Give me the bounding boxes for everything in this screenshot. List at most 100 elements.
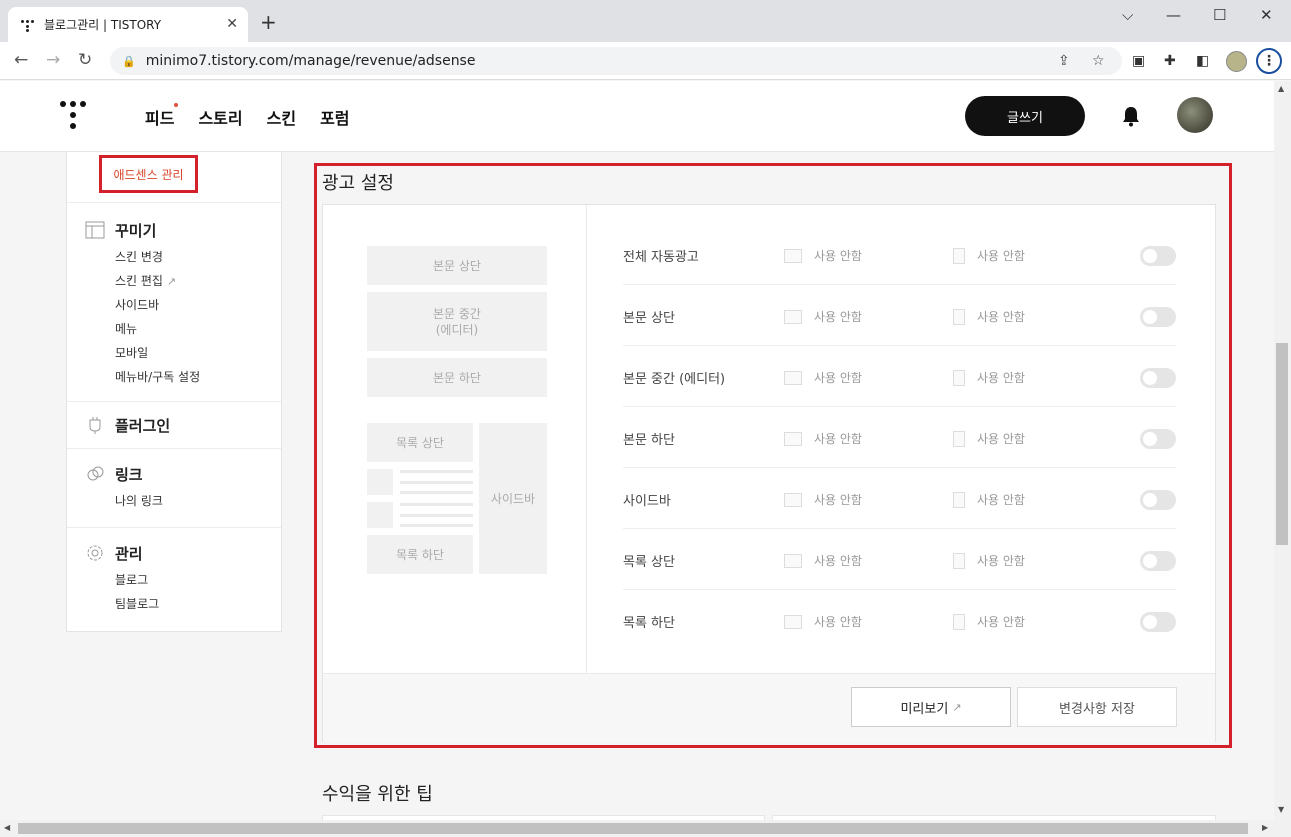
pc-ad-select[interactable]: 사용 안함 bbox=[784, 247, 862, 264]
tab-search-icon[interactable]: ⌵ bbox=[1122, 6, 1133, 24]
side-panel-icon[interactable]: ◧ bbox=[1196, 53, 1209, 69]
nav-feed[interactable]: 피드 bbox=[145, 103, 179, 129]
address-bar[interactable]: 🔒 minimo7.tistory.com/manage/revenue/ads… bbox=[110, 47, 1122, 75]
scroll-thumb[interactable] bbox=[18, 823, 1248, 834]
ad-toggle[interactable] bbox=[1140, 612, 1176, 632]
global-nav: 피드 스토리 스킨 포럼 bbox=[145, 103, 350, 129]
ad-row-body-top: 본문 상단 사용 안함 사용 안함 bbox=[623, 285, 1176, 346]
mobile-ad-select[interactable]: 사용 안함 bbox=[953, 308, 1025, 325]
mobile-ad-select[interactable]: 사용 안함 bbox=[953, 613, 1025, 630]
user-avatar[interactable] bbox=[1177, 97, 1213, 133]
ad-toggle[interactable] bbox=[1140, 551, 1176, 571]
mobile-ad-select[interactable]: 사용 안함 bbox=[953, 247, 1025, 264]
external-link-icon: ↗ bbox=[952, 700, 962, 714]
page-content: 피드 스토리 스킨 포럼 글쓰기 애드센스 관리 꾸미기 스킨 변경 스킨 편집… bbox=[0, 81, 1274, 820]
sidebar-item-skin-change[interactable]: 스킨 변경 bbox=[115, 245, 200, 269]
bell-icon[interactable] bbox=[1121, 105, 1141, 127]
nav-forum[interactable]: 포럼 bbox=[320, 105, 349, 129]
lock-icon: 🔒 bbox=[122, 54, 136, 68]
preview-sidebar: 사이드바 bbox=[479, 423, 547, 574]
scroll-right-icon[interactable]: ▶ bbox=[1262, 823, 1268, 832]
gear-icon bbox=[87, 545, 103, 561]
vertical-scrollbar[interactable]: ▲ ▼ bbox=[1274, 81, 1291, 820]
pc-ad-select[interactable]: 사용 안함 bbox=[784, 430, 862, 447]
pc-ad-select[interactable]: 사용 안함 bbox=[784, 308, 862, 325]
tistory-logo-icon[interactable] bbox=[60, 101, 86, 131]
ad-settings-list: 전체 자동광고 사용 안함 사용 안함 본문 상단 사용 안함 사용 안함 본문… bbox=[587, 205, 1217, 673]
sidebar-group-plugin-header[interactable]: 플러그인 bbox=[85, 414, 170, 436]
bookmark-star-icon[interactable]: ☆ bbox=[1092, 53, 1105, 69]
sidebar-group-manage-header[interactable]: 관리 bbox=[85, 542, 159, 564]
mobile-icon bbox=[953, 247, 965, 264]
divider bbox=[67, 527, 281, 528]
preview-line bbox=[400, 524, 473, 527]
ad-toggle[interactable] bbox=[1140, 490, 1176, 510]
preview-thumb bbox=[367, 469, 393, 495]
tab-close-icon[interactable]: ✕ bbox=[226, 16, 238, 32]
profile-avatar[interactable] bbox=[1226, 51, 1247, 72]
scroll-left-icon[interactable]: ◀ bbox=[4, 823, 10, 832]
pc-ad-select[interactable]: 사용 안함 bbox=[784, 491, 862, 508]
mobile-ad-select[interactable]: 사용 안함 bbox=[953, 430, 1025, 447]
horizontal-scrollbar[interactable]: ◀ ▶ bbox=[0, 820, 1291, 837]
sidebar-group-link: 링크 나의 링크 bbox=[85, 463, 163, 513]
scroll-down-icon[interactable]: ▼ bbox=[1278, 805, 1284, 814]
ad-toggle[interactable] bbox=[1140, 368, 1176, 388]
ad-row-body-bottom: 본문 하단 사용 안함 사용 안함 bbox=[623, 407, 1176, 468]
sidebar-group-link-header[interactable]: 링크 bbox=[85, 463, 163, 485]
ad-toggle[interactable] bbox=[1140, 246, 1176, 266]
share-icon[interactable]: ⇪ bbox=[1058, 53, 1070, 69]
pc-icon bbox=[784, 492, 802, 507]
mobile-icon bbox=[953, 613, 965, 630]
mobile-icon bbox=[953, 369, 965, 386]
browser-menu-icon[interactable]: ⋮ bbox=[1256, 48, 1282, 74]
preview-list-top: 목록 상단 bbox=[367, 423, 473, 462]
mobile-ad-select[interactable]: 사용 안함 bbox=[953, 369, 1025, 386]
ad-settings-panel: 본문 상단 본문 중간 (에디터) 본문 하단 목록 상단 목록 하단 사이드바… bbox=[322, 204, 1216, 742]
preview-top: 본문 상단 bbox=[367, 246, 547, 285]
browser-tab[interactable]: 블로그관리 | TISTORY ✕ bbox=[8, 7, 248, 42]
minimize-button[interactable]: — bbox=[1166, 6, 1181, 24]
maximize-button[interactable]: ☐ bbox=[1213, 6, 1226, 24]
ad-toggle[interactable] bbox=[1140, 307, 1176, 327]
sidebar-item-menu[interactable]: 메뉴 bbox=[115, 317, 200, 341]
mobile-ad-select[interactable]: 사용 안함 bbox=[953, 491, 1025, 508]
mobile-icon bbox=[953, 552, 965, 569]
close-window-button[interactable]: ✕ bbox=[1260, 6, 1273, 24]
ad-toggle[interactable] bbox=[1140, 429, 1176, 449]
scroll-thumb[interactable] bbox=[1276, 343, 1288, 545]
sidebar-item-team-blog[interactable]: 팀블로그 bbox=[115, 592, 159, 616]
sidebar-item-mobile[interactable]: 모바일 bbox=[115, 341, 200, 365]
preview-line bbox=[400, 491, 473, 494]
ad-row-label: 목록 상단 bbox=[623, 555, 675, 570]
plug-icon bbox=[89, 417, 101, 434]
sidebar-item-sidebar[interactable]: 사이드바 bbox=[115, 293, 200, 317]
sidebar-item-adsense[interactable]: 애드센스 관리 bbox=[99, 155, 198, 193]
ad-row-label: 사이드바 bbox=[623, 494, 671, 509]
mobile-ad-select[interactable]: 사용 안함 bbox=[953, 552, 1025, 569]
scroll-up-icon[interactable]: ▲ bbox=[1278, 84, 1284, 93]
media-icon[interactable]: ▣ bbox=[1132, 53, 1145, 69]
pc-ad-select[interactable]: 사용 안함 bbox=[784, 613, 862, 630]
save-changes-button[interactable]: 변경사항 저장 bbox=[1017, 687, 1177, 727]
nav-story[interactable]: 스토리 bbox=[198, 105, 242, 129]
nav-skin[interactable]: 스킨 bbox=[267, 105, 296, 129]
sidebar-group-design-header[interactable]: 꾸미기 bbox=[85, 219, 200, 241]
sidebar-item-skin-edit[interactable]: 스킨 편집 ↗ bbox=[115, 269, 200, 293]
ad-placement-preview: 본문 상단 본문 중간 (에디터) 본문 하단 목록 상단 목록 하단 사이드바 bbox=[323, 205, 587, 673]
preview-button[interactable]: 미리보기 ↗ bbox=[851, 687, 1011, 727]
sidebar-group-title: 꾸미기 bbox=[115, 221, 157, 240]
sidebar-item-blog[interactable]: 블로그 bbox=[115, 568, 159, 592]
extensions-icon[interactable]: ✚ bbox=[1164, 53, 1176, 69]
reload-button[interactable]: ↻ bbox=[78, 50, 92, 70]
new-tab-button[interactable]: + bbox=[260, 12, 277, 32]
back-button[interactable]: ← bbox=[14, 50, 28, 70]
forward-button[interactable]: → bbox=[46, 50, 60, 70]
pc-ad-select[interactable]: 사용 안함 bbox=[784, 552, 862, 569]
sidebar-item-my-link[interactable]: 나의 링크 bbox=[115, 489, 163, 513]
sidebar-item-menubar[interactable]: 메뉴바/구독 설정 bbox=[115, 365, 200, 389]
pc-ad-select[interactable]: 사용 안함 bbox=[784, 369, 862, 386]
write-post-button[interactable]: 글쓰기 bbox=[965, 96, 1085, 136]
mobile-icon bbox=[953, 491, 965, 508]
tips-title: 수익을 위한 팁 bbox=[322, 784, 433, 805]
